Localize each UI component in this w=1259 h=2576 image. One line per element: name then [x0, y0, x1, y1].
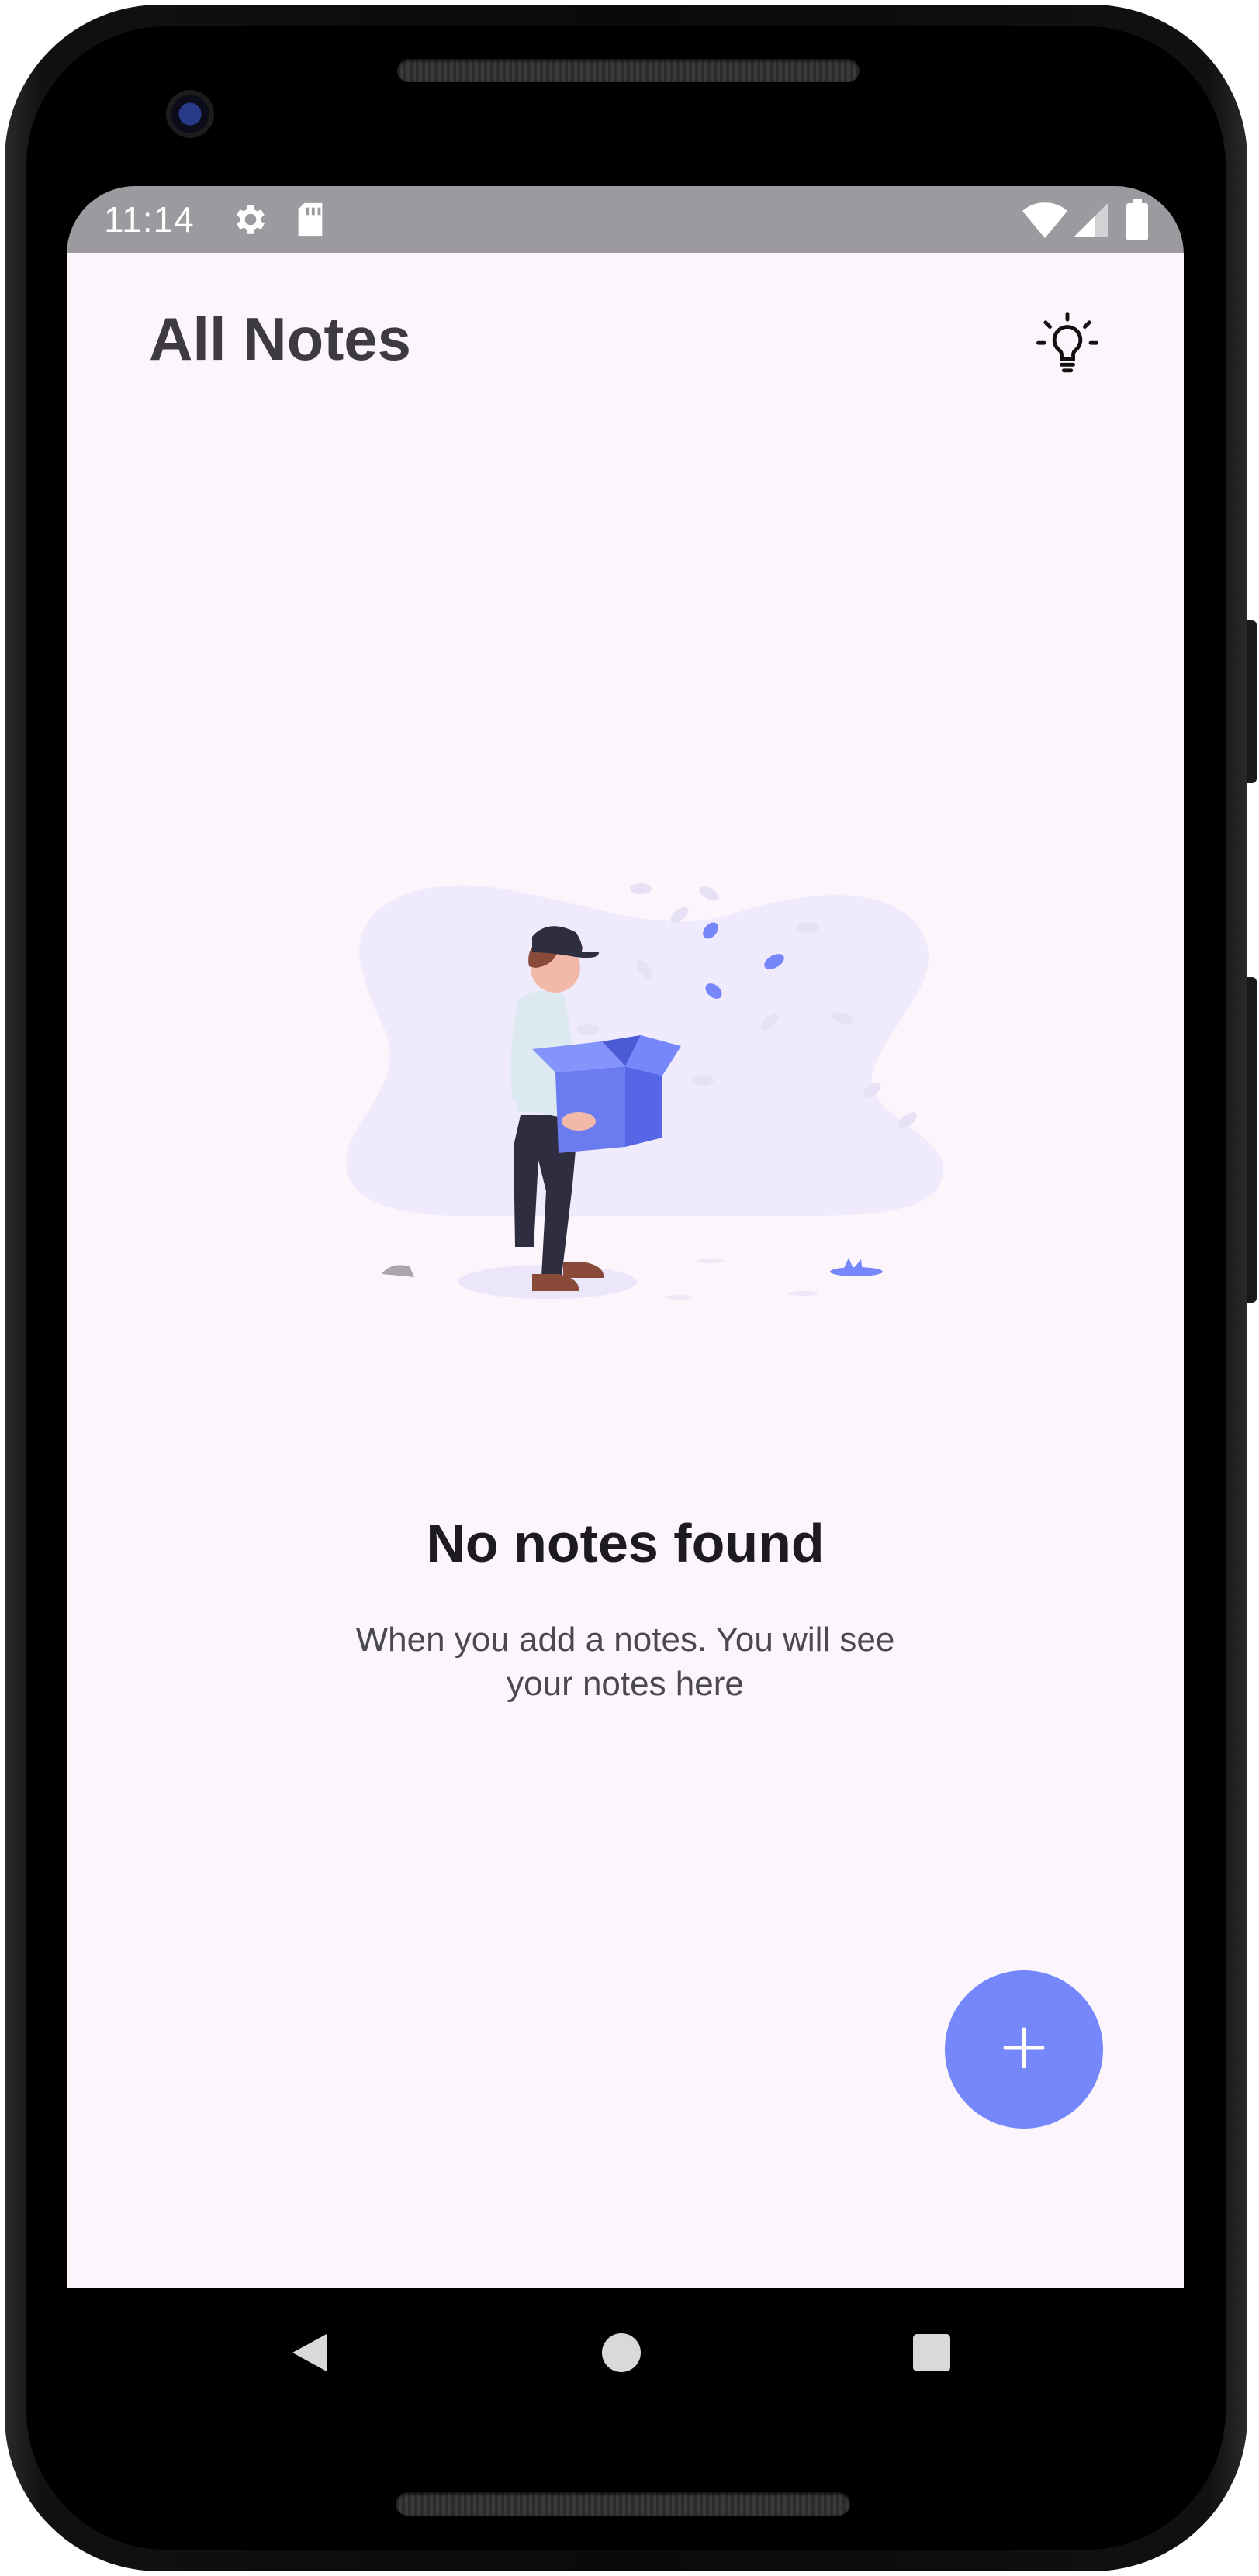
front-camera	[166, 90, 214, 138]
empty-state-description: When you add a notes. You will see your …	[355, 1621, 895, 1703]
empty-notes-illustration	[299, 875, 1029, 1379]
add-note-button[interactable]	[945, 1970, 1103, 2129]
wifi-icon	[1022, 200, 1067, 247]
empty-state-title: No notes found	[426, 1513, 825, 1573]
nav-home-button[interactable]	[586, 2319, 656, 2389]
lightbulb-icon	[1032, 309, 1102, 383]
signal-icon	[1074, 203, 1108, 246]
notes-app-screen: All Notes No notes found When you add a …	[67, 253, 1184, 2288]
power-button	[1247, 620, 1257, 783]
recents-icon	[908, 2329, 955, 2380]
theme-toggle-button[interactable]	[1021, 299, 1114, 392]
plus-icon	[999, 2023, 1049, 2077]
nav-back-button[interactable]	[276, 2319, 346, 2389]
nav-recents-button[interactable]	[897, 2319, 967, 2389]
status-bar: 11:14	[67, 186, 1184, 253]
status-time: 11:14	[104, 199, 195, 240]
home-icon	[598, 2329, 645, 2380]
back-icon	[288, 2329, 334, 2380]
sd-card-icon	[295, 202, 326, 246]
page-title: All Notes	[149, 305, 412, 373]
volume-button	[1247, 977, 1257, 1303]
device-screen: 11:14 All Notes No notes found When you …	[67, 186, 1184, 2419]
system-navigation-bar	[67, 2288, 1184, 2419]
settings-icon	[231, 200, 270, 247]
earpiece-speaker	[397, 59, 860, 82]
battery-icon	[1126, 199, 1148, 249]
bottom-speaker	[396, 2492, 850, 2516]
